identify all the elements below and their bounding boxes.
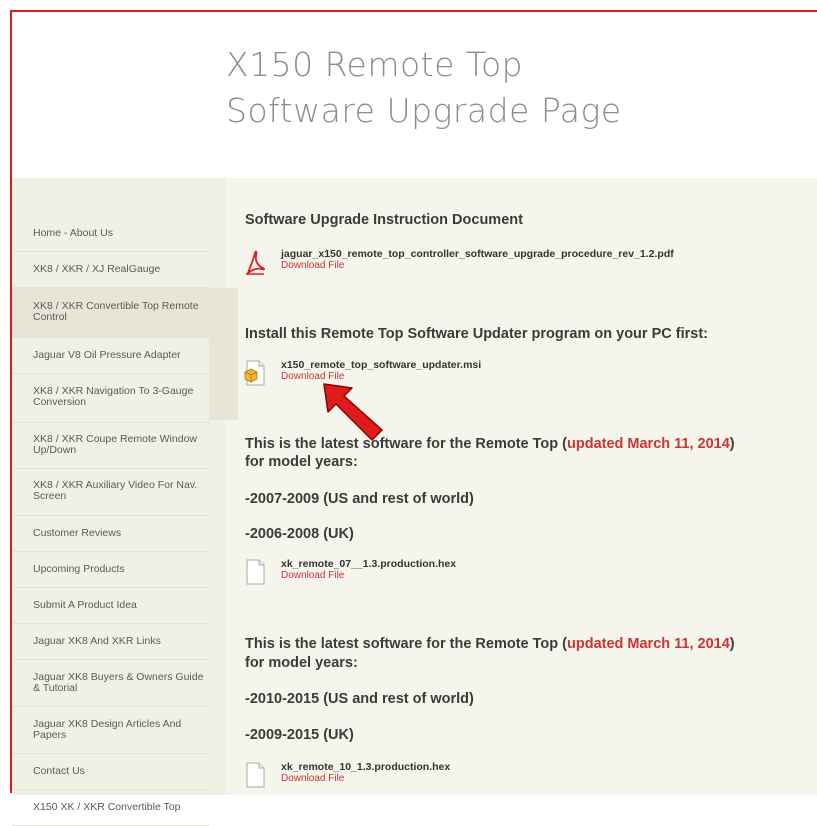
section-heading-updater: Install this Remote Top Software Updater…	[245, 326, 708, 342]
title-line-1: X150 Remote Top	[226, 45, 524, 84]
download-link[interactable]: Download File	[281, 260, 344, 271]
release-note-line-2: for model years:	[245, 454, 358, 470]
release-date-highlight: updated March 11, 2014	[567, 436, 730, 452]
page-title: X150 Remote Top Software Upgrade Page	[226, 42, 622, 134]
sidebar-item-upcoming[interactable]: Upcoming Products	[12, 552, 210, 588]
sidebar-item-coupe-window[interactable]: XK8 / XKR Coupe Remote Window Up/Down	[12, 423, 210, 469]
sidebar-item-label: Upcoming Products	[33, 563, 125, 575]
sidebar-item-x150[interactable]: X150 XK / XKR Convertible Top	[12, 790, 210, 826]
sidebar-item-label: X150 XK / XKR Convertible Top	[33, 801, 181, 813]
sidebar-item-aux-video[interactable]: XK8 / XKR Auxiliary Video For Nav. Scree…	[12, 469, 210, 516]
sidebar-item-label: Jaguar V8 Oil Pressure Adapter	[33, 349, 181, 361]
file-icon[interactable]	[244, 559, 266, 585]
sidebar-item-convertible-top[interactable]: XK8 / XKR Convertible Top Remote Control	[12, 288, 210, 338]
page-header: X150 Remote Top Software Upgrade Page	[12, 12, 817, 178]
model-years-us: -2007-2009 (US and rest of world)	[245, 491, 474, 507]
sidebar-item-label: Jaguar XK8 And XKR Links	[33, 635, 161, 647]
sidebar-item-label: Jaguar XK8 Design Articles And Papers	[33, 718, 182, 741]
sidebar-item-label: Customer Reviews	[33, 527, 122, 539]
sidebar-item-label: XK8 / XKR / XJ RealGauge	[33, 263, 161, 275]
sidebar-item-product-idea[interactable]: Submit A Product Idea	[12, 588, 210, 624]
sidebar-item-label: Home - About Us	[33, 227, 113, 239]
release-date-highlight: updated March 11, 2014	[567, 636, 730, 652]
sidebar-item-design-articles[interactable]: Jaguar XK8 Design Articles And Papers	[12, 707, 210, 754]
download-link[interactable]: Download File	[281, 570, 344, 581]
download-link[interactable]: Download File	[281, 371, 344, 382]
model-years-us: -2010-2015 (US and rest of world)	[245, 691, 474, 707]
page-frame: X150 Remote Top Software Upgrade Page Ho…	[10, 10, 817, 826]
sidebar-item-navigation[interactable]: XK8 / XKR Navigation To 3-Gauge Conversi…	[12, 374, 210, 423]
sidebar-item-label: Contact Us	[33, 765, 85, 777]
release-note-text: This is the latest software for the Remo…	[245, 636, 567, 652]
file-name: x150_remote_top_software_updater.msi	[281, 359, 482, 371]
pdf-icon[interactable]	[244, 249, 266, 276]
sidebar-item-links[interactable]: Jaguar XK8 And XKR Links	[12, 624, 210, 660]
download-link[interactable]: Download File	[281, 773, 344, 784]
file-icon[interactable]	[244, 762, 266, 788]
release-note-text-end: )	[729, 436, 735, 452]
sidebar-item-contact[interactable]: Contact Us	[12, 754, 210, 790]
sidebar: Home - About Us XK8 / XKR / XJ RealGauge…	[12, 178, 226, 826]
model-years-uk: -2006-2008 (UK)	[245, 526, 354, 542]
release-note-text: This is the latest software for the Remo…	[245, 436, 567, 452]
sidebar-item-label: XK8 / XKR Navigation To 3-Gauge Conversi…	[33, 385, 194, 408]
sidebar-item-reviews[interactable]: Customer Reviews	[12, 516, 210, 552]
release-note-line-2: for model years:	[245, 655, 358, 671]
release-note-text-end: )	[729, 636, 735, 652]
annotation-arrow-icon	[323, 383, 383, 441]
release-note-line-1: This is the latest software for the Remo…	[245, 436, 735, 452]
title-line-2: Software Upgrade Page	[226, 91, 622, 130]
sidebar-item-label: XK8 / XKR Convertible Top Remote Control	[33, 300, 199, 323]
sidebar-item-oil-pressure[interactable]: Jaguar V8 Oil Pressure Adapter	[12, 338, 210, 374]
sidebar-item-label: Submit A Product Idea	[33, 599, 137, 611]
sidebar-item-label: XK8 / XKR Auxiliary Video For Nav. Scree…	[33, 479, 198, 502]
installer-icon[interactable]	[244, 360, 266, 386]
sidebar-nav: Home - About Us XK8 / XKR / XJ RealGauge…	[12, 216, 226, 826]
sidebar-item-home[interactable]: Home - About Us	[12, 216, 210, 252]
sidebar-item-realgauge[interactable]: XK8 / XKR / XJ RealGauge	[12, 252, 210, 288]
sidebar-item-buyers-guide[interactable]: Jaguar XK8 Buyers & Owners Guide & Tutor…	[12, 660, 210, 707]
release-note-line-1: This is the latest software for the Remo…	[245, 636, 735, 652]
file-name: xk_remote_07__1.3.production.hex	[281, 558, 457, 570]
section-heading-instructions: Software Upgrade Instruction Document	[245, 212, 523, 228]
sidebar-item-label: XK8 / XKR Coupe Remote Window Up/Down	[33, 433, 197, 456]
active-nav-tab	[209, 288, 238, 420]
file-name: jaguar_x150_remote_top_controller_softwa…	[281, 248, 674, 260]
sidebar-item-label: Jaguar XK8 Buyers & Owners Guide & Tutor…	[33, 671, 204, 694]
model-years-uk: -2009-2015 (UK)	[245, 727, 354, 743]
file-name: xk_remote_10_1.3.production.hex	[281, 761, 451, 773]
